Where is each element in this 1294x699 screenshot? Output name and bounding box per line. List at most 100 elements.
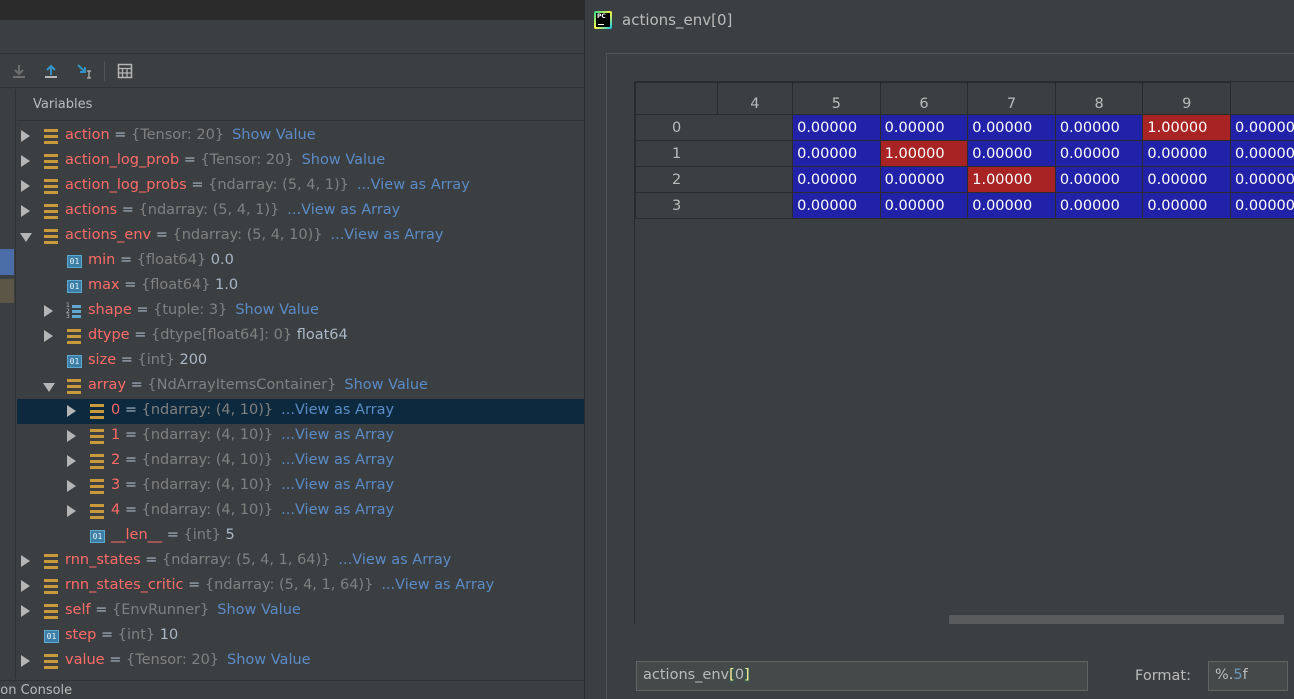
python-console-tab[interactable]: hon Console — [0, 680, 584, 699]
view-value-link[interactable]: ...View as Array — [330, 227, 443, 243]
view-value-link[interactable]: ...View as Array — [281, 477, 394, 493]
table-cell[interactable]: 0.00000 — [1054, 140, 1144, 167]
expand-arrow-icon[interactable] — [44, 330, 53, 342]
view-value-link[interactable]: ...View as Array — [281, 402, 394, 418]
table-cell[interactable]: 0.00000 — [1054, 192, 1144, 219]
expand-arrow-icon[interactable] — [21, 580, 30, 592]
step-into-cursor-icon[interactable] — [73, 60, 95, 82]
table-cell[interactable]: 0.00000 — [1230, 166, 1294, 193]
column-header[interactable]: 8 — [1054, 82, 1144, 115]
variable-row[interactable]: actions = {ndarray: (5, 4, 1)} ...View as… — [17, 199, 584, 224]
horizontal-scrollbar[interactable] — [635, 614, 1294, 625]
variable-row[interactable]: 2 = {ndarray: (4, 10)} ...View as Array — [17, 449, 584, 474]
table-cell[interactable]: 0.00000 — [1230, 114, 1294, 141]
download-icon[interactable] — [8, 60, 30, 82]
view-value-link[interactable]: ...View as Array — [281, 452, 394, 468]
column-header[interactable]: 4 — [716, 82, 794, 115]
variable-row[interactable]: 1 2 3 shape = {tuple: 3} Show Value — [17, 299, 584, 324]
variable-row[interactable]: 01 size = {int} 200 — [17, 349, 584, 374]
expand-arrow-icon[interactable] — [21, 555, 30, 567]
expand-arrow-icon[interactable] — [21, 605, 30, 617]
table-cell[interactable]: 0.00000 — [1054, 166, 1144, 193]
array-type-icon — [44, 154, 58, 169]
table-cell[interactable]: 0.00000 — [879, 114, 969, 141]
array-table-area[interactable]: 456789 0 0.00000 0.00000 0.00000 0.00000 1.00… — [634, 81, 1294, 625]
view-value-link[interactable]: Show Value — [227, 652, 311, 668]
slicing-expression-input[interactable]: actions_env[0] — [636, 661, 1088, 691]
calculator-icon[interactable] — [114, 60, 136, 82]
table-cell[interactable]: 0.00000 — [1230, 140, 1294, 167]
view-value-link[interactable]: Show Value — [235, 302, 319, 318]
expand-arrow-icon[interactable] — [44, 305, 53, 317]
expand-arrow-icon[interactable] — [67, 505, 76, 517]
column-header[interactable]: 9 — [1142, 82, 1232, 115]
variable-row[interactable]: 01 max = {float64} 1.0 — [17, 274, 584, 299]
table-cell[interactable]: 0.00000 — [792, 166, 881, 193]
table-cell[interactable]: 0.00000 — [1054, 114, 1144, 141]
table-cell[interactable]: 0.00000 — [1142, 140, 1232, 167]
view-value-link[interactable]: ...View as Array — [281, 427, 394, 443]
row-header[interactable]: 1 — [635, 140, 718, 167]
table-cell[interactable]: 0.00000 — [967, 114, 1056, 141]
column-header[interactable]: 7 — [967, 82, 1056, 115]
table-cell[interactable]: 0.00000 — [1230, 192, 1294, 219]
table-cell[interactable]: 0.00000 — [1142, 192, 1232, 219]
table-cell[interactable]: 0.00000 — [879, 166, 969, 193]
table-cell[interactable]: 0.00000 — [967, 192, 1056, 219]
format-input[interactable]: %.5f — [1208, 661, 1288, 691]
expand-arrow-icon[interactable] — [21, 130, 30, 142]
row-header[interactable]: 3 — [635, 192, 718, 219]
expand-arrow-icon[interactable] — [67, 480, 76, 492]
view-value-link[interactable]: ...View as Array — [281, 502, 394, 518]
expand-arrow-icon[interactable] — [67, 430, 76, 442]
variable-row[interactable]: action = {Tensor: 20} Show Value — [17, 124, 584, 149]
variable-row[interactable]: value = {Tensor: 20} Show Value — [17, 649, 584, 674]
variable-row[interactable]: actions_env = {ndarray: (5, 4, 10)} ...Vi… — [17, 224, 584, 249]
column-header[interactable]: 6 — [879, 82, 969, 115]
expand-arrow-icon[interactable] — [21, 155, 30, 167]
collapse-arrow-icon[interactable] — [20, 233, 32, 242]
table-cell[interactable]: 0.00000 — [967, 140, 1056, 167]
row-header[interactable]: 2 — [635, 166, 718, 193]
collapse-arrow-icon[interactable] — [43, 383, 55, 392]
view-value-link[interactable]: ...View as Array — [287, 202, 400, 218]
table-cell[interactable]: 1.00000 — [879, 140, 969, 167]
variable-row[interactable]: self = {EnvRunner} Show Value — [17, 599, 584, 624]
variable-row[interactable]: 1 = {ndarray: (4, 10)} ...View as Array — [17, 424, 584, 449]
table-cell[interactable]: 1.00000 — [967, 166, 1056, 193]
expand-arrow-icon[interactable] — [67, 405, 76, 417]
variable-row[interactable]: 4 = {ndarray: (4, 10)} ...View as Array — [17, 499, 584, 524]
view-value-link[interactable]: Show Value — [302, 152, 386, 168]
upload-icon[interactable] — [40, 60, 62, 82]
variable-row[interactable]: rnn_states = {ndarray: (5, 4, 1, 64)}...… — [17, 549, 584, 574]
table-cell[interactable]: 0.00000 — [792, 114, 881, 141]
variable-row[interactable]: rnn_states_critic = {ndarray: (5, 4, 1, … — [17, 574, 584, 599]
view-value-link[interactable]: Show Value — [344, 377, 428, 393]
variable-row[interactable]: dtype = {dtype[float64]: 0} float64 — [17, 324, 584, 349]
view-value-link[interactable]: Show Value — [232, 127, 316, 143]
variable-row[interactable]: 01 step = {int} 10 — [17, 624, 584, 649]
variable-row[interactable]: action_log_probs = {ndarray: (5, 4, 1)}.… — [17, 174, 584, 199]
variable-row[interactable]: 3 = {ndarray: (4, 10)} ...View as Array — [17, 474, 584, 499]
variable-row[interactable]: 0 = {ndarray: (4, 10)} ...View as Array — [17, 399, 584, 424]
variable-row[interactable]: 01 __len__ = {int} 5 — [17, 524, 584, 549]
expand-arrow-icon[interactable] — [21, 205, 30, 217]
view-value-link[interactable]: ...View as Array — [338, 552, 451, 568]
row-header[interactable]: 0 — [635, 114, 718, 141]
scrollbar-thumb[interactable] — [949, 615, 1284, 624]
table-cell[interactable]: 1.00000 — [1142, 114, 1232, 141]
expand-arrow-icon[interactable] — [21, 655, 30, 667]
view-value-link[interactable]: Show Value — [217, 602, 301, 618]
table-cell[interactable]: 0.00000 — [792, 140, 881, 167]
column-header[interactable]: 5 — [792, 82, 881, 115]
variable-row[interactable]: 01 min = {float64} 0.0 — [17, 249, 584, 274]
variable-row[interactable]: action_log_prob = {Tensor: 20} Show Value — [17, 149, 584, 174]
expand-arrow-icon[interactable] — [21, 180, 30, 192]
table-cell[interactable]: 0.00000 — [792, 192, 881, 219]
view-value-link[interactable]: ...View as Array — [381, 577, 494, 593]
table-cell[interactable]: 0.00000 — [1142, 166, 1232, 193]
table-cell[interactable]: 0.00000 — [879, 192, 969, 219]
view-value-link[interactable]: ...View as Array — [357, 177, 470, 193]
variable-row[interactable]: array = {NdArrayItemsContainer} Show Valu… — [17, 374, 584, 399]
expand-arrow-icon[interactable] — [67, 455, 76, 467]
